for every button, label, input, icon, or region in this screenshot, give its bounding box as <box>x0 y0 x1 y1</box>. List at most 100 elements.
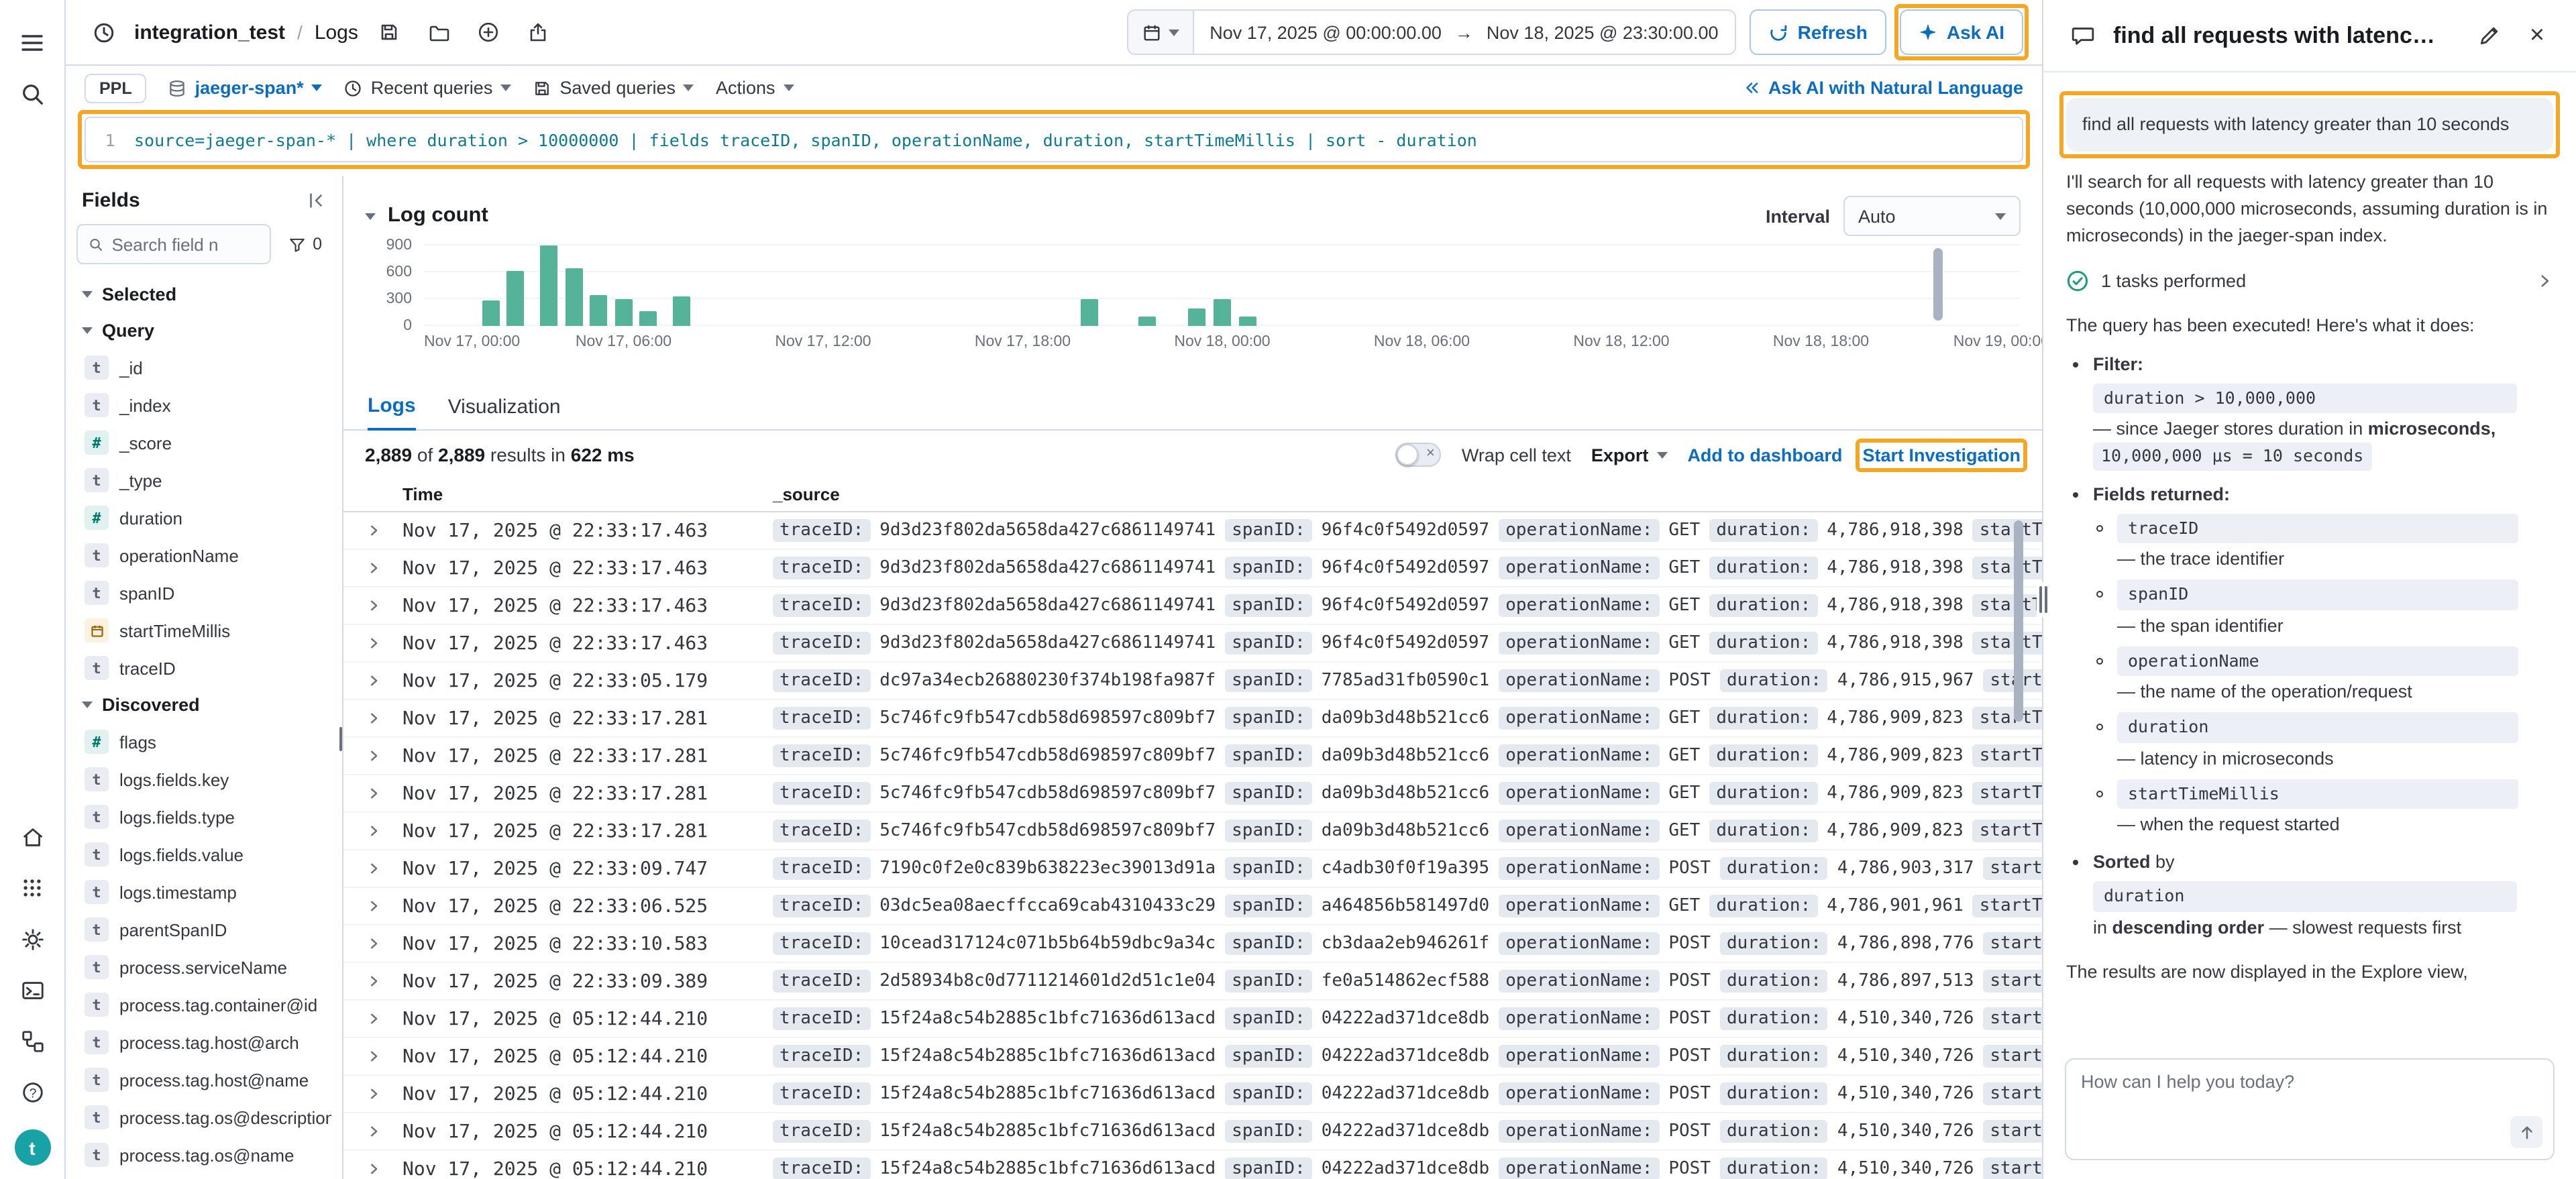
table-row[interactable]: Nov 17, 2025 @ 05:12:44.210traceID:15f24… <box>343 1038 2042 1076</box>
field-section-header[interactable]: Query <box>76 313 331 349</box>
dataset-selector[interactable]: jaeger-span* <box>168 78 323 98</box>
start-investigation-button[interactable]: Start Investigation <box>1862 445 2021 465</box>
field-item[interactable]: tprocess.tag.host@name <box>76 1061 331 1099</box>
ask-ai-natural-language-button[interactable]: Ask AI with Natural Language <box>1743 78 2023 98</box>
field-item[interactable]: #duration <box>76 499 331 537</box>
column-header-source[interactable]: _source <box>773 484 2042 504</box>
column-header-time[interactable]: Time <box>402 484 773 504</box>
field-item[interactable]: tlogs.fields.value <box>76 836 331 873</box>
histogram-bar[interactable] <box>590 296 607 326</box>
interval-select[interactable]: Auto <box>1843 196 2021 236</box>
expand-row-icon[interactable] <box>343 1049 402 1064</box>
table-row[interactable]: Nov 17, 2025 @ 22:33:09.747traceID:7190c… <box>343 850 2042 888</box>
save-icon[interactable] <box>370 13 408 51</box>
expand-row-icon[interactable] <box>343 1124 402 1139</box>
histogram-bar[interactable] <box>640 311 657 326</box>
date-start[interactable]: Nov 17, 2025 @ 00:00:00.00 <box>1210 22 1442 42</box>
expand-row-icon[interactable] <box>343 636 402 651</box>
histogram-bar[interactable] <box>565 268 582 326</box>
integrations-icon[interactable] <box>17 1026 47 1056</box>
field-item[interactable]: startTimeMillis <box>76 612 331 649</box>
table-row[interactable]: Nov 17, 2025 @ 22:33:10.583traceID:10cea… <box>343 925 2042 963</box>
expand-row-icon[interactable] <box>343 861 402 876</box>
field-filter-button[interactable]: 0 <box>279 224 331 264</box>
saved-queries-button[interactable]: Saved queries <box>533 78 694 98</box>
expand-row-icon[interactable] <box>343 598 402 613</box>
field-item[interactable]: tspanID <box>76 574 331 612</box>
histogram-bar[interactable] <box>1189 309 1206 326</box>
export-button[interactable]: Export <box>1591 445 1668 465</box>
tab-visualization[interactable]: Visualization <box>448 396 561 429</box>
close-icon[interactable]: × <box>2520 18 2555 53</box>
field-item[interactable]: #flags <box>76 723 331 761</box>
collapse-chart-icon[interactable] <box>365 213 376 219</box>
table-row[interactable]: Nov 17, 2025 @ 05:12:44.210traceID:15f24… <box>343 1113 2042 1151</box>
ai-chat-input[interactable] <box>2081 1072 2538 1144</box>
query-text[interactable]: source=jaeger-span-* | where duration > … <box>134 129 1477 150</box>
recent-queries-button[interactable]: Recent queries <box>344 78 512 98</box>
table-row[interactable]: Nov 17, 2025 @ 22:33:09.389traceID:2d589… <box>343 963 2042 1001</box>
actions-button[interactable]: Actions <box>716 78 794 98</box>
field-item[interactable]: tlogs.fields.key <box>76 761 331 798</box>
expand-row-icon[interactable] <box>343 523 402 538</box>
expand-row-icon[interactable] <box>343 561 402 575</box>
field-search-input-wrap[interactable] <box>76 224 271 264</box>
histogram-bar[interactable] <box>482 300 499 326</box>
table-row[interactable]: Nov 17, 2025 @ 22:33:17.463traceID:9d3d2… <box>343 550 2042 587</box>
field-item[interactable]: t_id <box>76 349 331 386</box>
refresh-button[interactable]: Refresh <box>1750 9 1886 55</box>
open-folder-icon[interactable] <box>420 13 458 51</box>
help-icon[interactable]: ? <box>17 1077 47 1107</box>
breadcrumb-workspace[interactable]: integration_test <box>134 21 285 44</box>
table-row[interactable]: Nov 17, 2025 @ 22:33:17.281traceID:5c746… <box>343 813 2042 850</box>
ask-ai-button[interactable]: Ask AI <box>1900 9 2023 55</box>
table-row[interactable]: Nov 17, 2025 @ 22:33:06.525traceID:03dc5… <box>343 888 2042 925</box>
collapse-fields-icon[interactable] <box>306 190 326 211</box>
field-item[interactable]: tprocess.tag.host@arch <box>76 1023 331 1061</box>
field-item[interactable]: tlogs.timestamp <box>76 873 331 911</box>
query-editor[interactable]: 1 source=jaeger-span-* | where duration … <box>85 117 2023 162</box>
ai-panel-resize-handle[interactable] <box>2037 582 2050 617</box>
histogram-bar[interactable] <box>673 296 690 326</box>
expand-row-icon[interactable] <box>343 899 402 913</box>
date-end[interactable]: Nov 18, 2025 @ 23:30:00.00 <box>1487 22 1719 42</box>
table-row[interactable]: Nov 17, 2025 @ 22:33:17.281traceID:5c746… <box>343 700 2042 738</box>
table-row[interactable]: Nov 17, 2025 @ 22:33:17.281traceID:5c746… <box>343 775 2042 813</box>
tasks-performed-row[interactable]: 1 tasks performed <box>2066 268 2553 295</box>
apps-grid-icon[interactable] <box>17 873 47 903</box>
tab-logs[interactable]: Logs <box>368 394 416 431</box>
expand-row-icon[interactable] <box>343 786 402 801</box>
histogram-bar[interactable] <box>506 270 524 326</box>
expand-row-icon[interactable] <box>343 824 402 838</box>
expand-row-icon[interactable] <box>343 936 402 951</box>
field-item[interactable]: toperationName <box>76 537 331 574</box>
histogram-bar[interactable] <box>1138 316 1156 326</box>
table-row[interactable]: Nov 17, 2025 @ 22:33:17.463traceID:9d3d2… <box>343 587 2042 625</box>
wrap-cell-text-toggle[interactable]: × <box>1396 443 1442 467</box>
new-plus-icon[interactable] <box>470 13 507 51</box>
home-icon[interactable] <box>17 822 47 852</box>
user-avatar[interactable]: t <box>14 1129 50 1166</box>
table-row[interactable]: Nov 17, 2025 @ 22:33:05.179traceID:dc97a… <box>343 663 2042 700</box>
field-item[interactable]: tprocess.tag.container@id <box>76 986 331 1023</box>
field-item[interactable]: tprocess.serviceName <box>76 948 331 986</box>
table-row[interactable]: Nov 17, 2025 @ 05:12:44.210traceID:15f24… <box>343 1001 2042 1038</box>
expand-row-icon[interactable] <box>343 673 402 688</box>
field-item[interactable]: tprocess.tag.os@type <box>76 1174 331 1179</box>
table-row[interactable]: Nov 17, 2025 @ 05:12:44.210traceID:15f24… <box>343 1076 2042 1113</box>
field-item[interactable]: tlogs.fields.type <box>76 798 331 836</box>
histogram-bar[interactable] <box>540 245 557 326</box>
chart-scrollbar[interactable] <box>1933 248 1943 321</box>
field-search-input[interactable] <box>111 234 259 254</box>
field-item[interactable]: #_score <box>76 424 331 461</box>
histogram-bar[interactable] <box>1238 316 1256 326</box>
field-section-header[interactable]: Discovered <box>76 687 331 723</box>
field-section-header[interactable]: Selected <box>76 276 331 313</box>
histogram-bar[interactable] <box>1214 299 1231 326</box>
table-row[interactable]: Nov 17, 2025 @ 22:33:17.463traceID:9d3d2… <box>343 512 2042 550</box>
table-scrollbar[interactable] <box>2014 520 2023 722</box>
expand-row-icon[interactable] <box>343 748 402 763</box>
menu-icon[interactable] <box>17 28 47 58</box>
field-item[interactable]: tparentSpanID <box>76 911 331 948</box>
field-item[interactable]: t_index <box>76 386 331 424</box>
